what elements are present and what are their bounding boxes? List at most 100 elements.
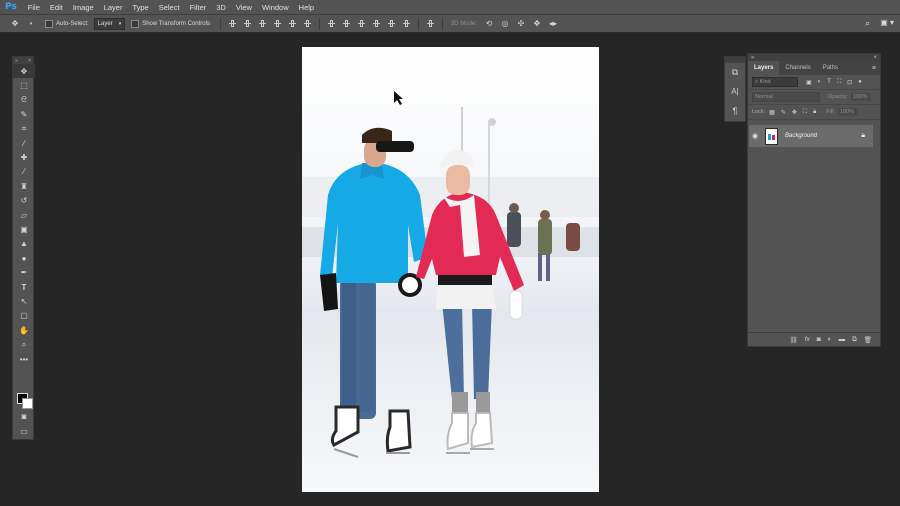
delete-layer-icon[interactable]: 🗑︎ <box>864 336 872 344</box>
menu-filter[interactable]: Filter <box>185 3 212 12</box>
history-panel-button[interactable]: ⧉ <box>725 63 745 82</box>
menu-select[interactable]: Select <box>154 3 185 12</box>
filter-toggle-icon[interactable]: ● <box>858 79 862 86</box>
menu-file[interactable]: File <box>23 3 45 12</box>
align-bottom-icon[interactable] <box>258 19 267 28</box>
path-select-tool[interactable]: ↖ <box>13 294 35 308</box>
fill-field[interactable]: 100% <box>837 108 858 116</box>
menu-view[interactable]: View <box>231 3 257 12</box>
shape-filter-icon[interactable]: ⛶ <box>837 79 841 86</box>
pixel-filter-icon[interactable]: ▣ <box>806 79 812 86</box>
distribute-horizontal-center-icon[interactable] <box>387 19 396 28</box>
3d-rotate-icon[interactable]: ⟲ <box>484 19 494 29</box>
more-tools[interactable]: ••• <box>13 352 35 366</box>
menu-type[interactable]: Type <box>127 3 153 12</box>
type-tool[interactable]: T <box>13 280 35 294</box>
layer-style-icon[interactable]: fx <box>805 336 810 343</box>
align-horizontal-center-icon[interactable] <box>288 19 297 28</box>
3d-slide-icon[interactable]: ✥ <box>532 19 542 29</box>
transform-controls-checkbox[interactable] <box>131 19 140 28</box>
3d-scale-icon[interactable]: ◂▸ <box>548 19 558 29</box>
paragraph-panel-button[interactable]: ¶ <box>725 101 745 120</box>
lock-all-icon[interactable]: 🔒︎ <box>813 109 816 116</box>
tools-panel-header[interactable]: » × <box>13 57 33 64</box>
distribute-vertical-center-icon[interactable] <box>342 19 351 28</box>
layers-panel-header[interactable]: » × <box>748 54 880 61</box>
blend-mode-dropdown[interactable]: Normal <box>752 92 820 102</box>
quick-select-tool[interactable]: ✎ <box>13 107 35 121</box>
link-layers-icon[interactable]: ⛓ <box>789 336 797 344</box>
character-panel-button[interactable]: A| <box>725 82 745 101</box>
distribute-right-icon[interactable] <box>402 19 411 28</box>
menu-image[interactable]: Image <box>68 3 99 12</box>
adjustment-filter-icon[interactable]: ◐ <box>818 79 822 86</box>
shape-tool[interactable]: ▢ <box>13 309 35 323</box>
tab-layers[interactable]: Layers <box>748 61 780 75</box>
close-icon[interactable]: × <box>873 55 877 61</box>
crop-tool[interactable]: ⌗ <box>13 122 35 136</box>
move-tool-preset-icon[interactable]: ✥ <box>10 19 20 29</box>
collapse-icon[interactable]: » <box>751 55 754 61</box>
auto-align-icon[interactable] <box>426 19 435 28</box>
zoom-tool[interactable]: ⌕ <box>13 337 35 351</box>
quick-mask-button[interactable]: ◙ <box>13 409 35 423</box>
marquee-tool[interactable]: ⬚ <box>13 78 35 92</box>
kind-filter-dropdown[interactable]: ⌕ Kind <box>752 77 798 87</box>
eyedropper-tool[interactable]: ⁄ <box>13 136 35 150</box>
lock-position-icon[interactable]: ✥ <box>792 109 797 116</box>
menu-edit[interactable]: Edit <box>45 3 68 12</box>
new-layer-icon[interactable]: ⧉ <box>852 336 857 344</box>
3d-drag-icon[interactable]: ✣ <box>516 19 526 29</box>
lock-artboard-icon[interactable]: ⛶ <box>803 109 807 116</box>
background-color-swatch[interactable] <box>22 398 33 409</box>
distribute-left-icon[interactable] <box>372 19 381 28</box>
dodge-tool[interactable]: ● <box>13 251 35 265</box>
history-brush-tool[interactable]: ↺ <box>13 194 35 208</box>
panel-menu-icon[interactable]: ≡ <box>872 65 876 72</box>
workspace-icon[interactable]: ▣ ▾ <box>880 18 894 29</box>
distribute-bottom-icon[interactable] <box>357 19 366 28</box>
new-group-icon[interactable]: ▬ <box>839 336 846 343</box>
align-left-icon[interactable] <box>273 19 282 28</box>
menu-3d[interactable]: 3D <box>211 3 231 12</box>
lasso-tool[interactable]: ᘓ <box>13 93 35 107</box>
gradient-tool[interactable]: ▣ <box>13 222 35 236</box>
align-right-icon[interactable] <box>303 19 312 28</box>
blur-tool[interactable]: ▲ <box>13 237 35 251</box>
menu-help[interactable]: Help <box>294 3 319 12</box>
align-vertical-center-icon[interactable] <box>243 19 252 28</box>
menu-window[interactable]: Window <box>257 3 294 12</box>
layer-name[interactable]: Background <box>785 133 817 139</box>
auto-select-checkbox[interactable] <box>45 19 53 28</box>
chevron-down-icon[interactable]: ▾ <box>26 19 36 29</box>
add-mask-icon[interactable]: ◙ <box>817 336 821 343</box>
distribute-top-icon[interactable] <box>327 19 336 28</box>
3d-roll-icon[interactable]: ◎ <box>500 19 510 29</box>
divider <box>441 17 443 30</box>
lock-image-icon[interactable]: ✎ <box>781 109 786 116</box>
move-tool[interactable]: ✥ <box>13 64 35 79</box>
lock-transparent-icon[interactable]: ▦ <box>769 109 775 116</box>
clone-stamp-tool[interactable]: ♜ <box>13 179 35 193</box>
adjustment-layer-icon[interactable]: ◐ <box>828 336 832 343</box>
align-top-icon[interactable] <box>228 19 237 28</box>
visibility-eye-icon[interactable]: ◉ <box>749 132 761 140</box>
search-icon[interactable]: ⌕ <box>865 18 870 29</box>
screen-mode-button[interactable]: ▭ <box>13 424 35 438</box>
layer-row-background[interactable]: ◉ Background 🔒︎ <box>749 125 873 147</box>
tab-channels[interactable]: Channels <box>779 61 816 75</box>
eraser-tool[interactable]: ▱ <box>13 208 35 222</box>
tab-paths[interactable]: Paths <box>817 61 844 75</box>
opacity-field[interactable]: 100% <box>851 93 872 101</box>
menu-layer[interactable]: Layer <box>99 3 128 12</box>
pen-tool[interactable]: ✒ <box>13 265 35 279</box>
smart-object-filter-icon[interactable]: ⊡ <box>847 79 852 86</box>
collapse-icon[interactable]: » <box>15 58 18 64</box>
healing-brush-tool[interactable]: ✚ <box>13 150 35 164</box>
document-canvas[interactable] <box>302 47 599 492</box>
auto-select-dropdown[interactable]: Layer ▾ <box>93 17 126 30</box>
hand-tool[interactable]: ✋ <box>13 323 35 337</box>
type-filter-icon[interactable]: T <box>827 79 831 86</box>
close-icon[interactable]: × <box>28 58 31 64</box>
brush-tool[interactable]: ⁄ <box>13 165 35 179</box>
